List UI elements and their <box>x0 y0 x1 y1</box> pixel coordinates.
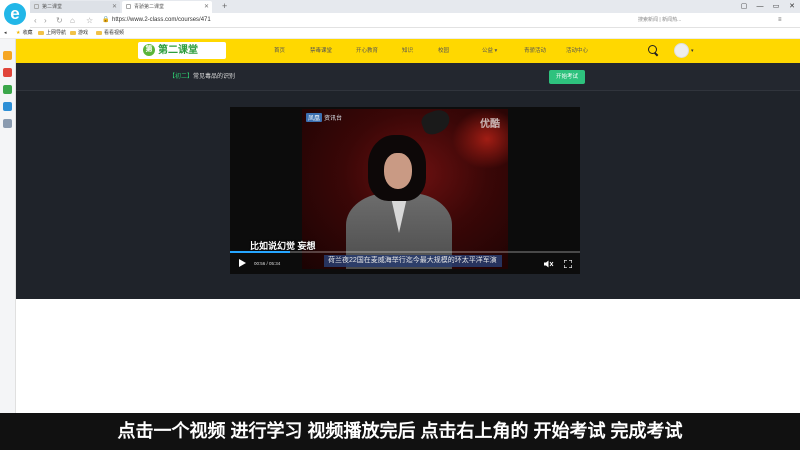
play-icon[interactable] <box>239 259 246 267</box>
site-logo-icon: 第 <box>143 44 155 56</box>
site-logo-text: 第二课堂 <box>158 45 198 56</box>
new-tab-button[interactable]: + <box>222 0 227 13</box>
tab-label: 第二课堂 <box>42 4 63 10</box>
duration: 05:34 <box>269 261 281 266</box>
bookmark-nav[interactable]: 上网导航 <box>38 28 66 39</box>
site-logo[interactable]: 第 第二课堂 <box>138 42 226 59</box>
nav-home[interactable]: 首页 <box>274 39 285 63</box>
bookmark-videos[interactable]: 看看视频 <box>96 28 124 39</box>
nav-youth-activity[interactable]: 青骄活动 <box>524 39 546 63</box>
url-field[interactable]: 🔒 https://www.2-class.com/courses/471 <box>102 15 622 26</box>
caption-bar: 点击一个视频 进行学习 视频播放完后 点击右上角的 开始考试 完成考试 <box>0 413 800 450</box>
player-controls: 00:56 / 05:34 <box>230 251 580 274</box>
url-text: https://www.2-class.com/courses/471 <box>112 17 211 23</box>
course-bar: 【初二】常见毒品的识别 开始考试 <box>16 63 800 91</box>
youku-watermark: 优酷 <box>480 119 500 130</box>
video-player[interactable]: 凤凰 资讯台 优酷 比如说幻觉 妄想 荷兰夜22国在麦威海举行迄今最大规模的环太平… <box>230 107 580 274</box>
browser-sidebar <box>0 39 16 413</box>
bookmark-games[interactable]: 游戏 <box>70 28 88 39</box>
address-bar: ‹ › ↻ ⌂ ☆ 🔒 https://www.2-class.com/cour… <box>30 13 800 28</box>
home-icon[interactable]: ⌂ <box>70 13 75 28</box>
screen: e 第二课堂 ✕ 青骄第二课堂 ✕ + ▢ — ▭ ✕ ‹ › ↻ ⌂ ☆ 🔒 … <box>0 0 800 450</box>
avatar[interactable] <box>674 43 689 58</box>
volume-icon[interactable] <box>544 260 554 268</box>
station-logo: 凤凰 资讯台 <box>306 113 342 122</box>
browser-tab-strip: 第二课堂 ✕ 青骄第二课堂 ✕ + ▢ — ▭ ✕ <box>30 0 800 13</box>
minimize-button[interactable]: — <box>752 0 768 13</box>
progress-fill <box>230 251 290 253</box>
folder-icon <box>96 30 102 35</box>
course-title: 【初二】常见毒品的识别 <box>169 63 235 91</box>
mail-side-icon[interactable] <box>3 102 12 111</box>
forward-icon[interactable]: › <box>44 13 47 28</box>
nav-education[interactable]: 开心教育 <box>356 39 378 63</box>
tab-label: 青骄第二课堂 <box>134 4 165 10</box>
start-exam-button[interactable]: 开始考试 <box>549 70 585 84</box>
back-icon[interactable]: ‹ <box>34 13 37 28</box>
restore-button[interactable]: ▢ <box>736 0 752 13</box>
app-side-icon[interactable] <box>3 85 12 94</box>
tab-close-icon[interactable]: ✕ <box>112 1 117 13</box>
nav-knowledge[interactable]: 知识 <box>402 39 413 63</box>
search-suggestion[interactable]: 搜索新闻 | 新闻热... <box>638 13 681 28</box>
nav-charity[interactable]: 公益 ▾ <box>482 39 497 63</box>
fullscreen-icon[interactable] <box>564 260 572 268</box>
bookmarks-bar: ◂ ★ 收藏 上网导航 游戏 看看视频 <box>0 28 800 39</box>
weibo-side-icon[interactable] <box>3 68 12 77</box>
time-display: 00:56 / 05:34 <box>254 261 281 266</box>
search-icon[interactable] <box>648 45 657 54</box>
background-hand-graphic <box>419 109 453 138</box>
close-button[interactable]: ✕ <box>784 0 800 13</box>
course-grade: 【初二】 <box>169 74 194 80</box>
bookmark-arrow-icon[interactable]: ◂ <box>4 28 7 39</box>
progress-bar[interactable] <box>230 251 580 253</box>
browser-logo-area: e <box>0 0 30 28</box>
video-frame: 凤凰 资讯台 优酷 <box>302 109 508 269</box>
nav-activity-center[interactable]: 活动中心 <box>566 39 588 63</box>
tab-close-icon[interactable]: ✕ <box>204 1 209 13</box>
browser-logo-icon[interactable]: e <box>4 3 26 25</box>
star-icon[interactable]: ☆ <box>86 13 93 28</box>
chevron-down-icon[interactable]: ▾ <box>691 39 694 63</box>
lock-icon: 🔒 <box>102 17 110 23</box>
site-header: 第 第二课堂 首页 禁毒课堂 开心教育 知识 校园 公益 ▾ 青骄活动 活动中心… <box>16 39 800 63</box>
nav-campus[interactable]: 校园 <box>438 39 449 63</box>
web-page: 第 第二课堂 首页 禁毒课堂 开心教育 知识 校园 公益 ▾ 青骄活动 活动中心… <box>16 39 800 413</box>
browser-tab[interactable]: 第二课堂 ✕ <box>30 1 120 13</box>
favorites-side-icon[interactable] <box>3 51 12 60</box>
caption-text: 点击一个视频 进行学习 视频播放完后 点击右上角的 开始考试 完成考试 <box>117 421 683 441</box>
maximize-button[interactable]: ▭ <box>768 0 784 13</box>
star-icon: ★ <box>16 30 21 36</box>
video-area: 凤凰 资讯台 优酷 比如说幻觉 妄想 荷兰夜22国在麦威海举行迄今最大规模的环太平… <box>16 91 800 299</box>
page-icon <box>34 4 39 10</box>
nav-drug-class[interactable]: 禁毒课堂 <box>310 39 332 63</box>
current-time: 00:56 <box>254 261 266 266</box>
presenter-face <box>384 153 412 189</box>
course-name: 常见毒品的识别 <box>193 74 236 80</box>
bookmark-favorites[interactable]: ★ 收藏 <box>16 28 33 39</box>
page-icon <box>126 4 131 10</box>
folder-icon <box>38 30 44 35</box>
menu-icon[interactable]: ≡ <box>778 13 782 28</box>
reload-icon[interactable]: ↻ <box>56 13 63 28</box>
folder-icon <box>70 30 76 35</box>
window-controls: ▢ — ▭ ✕ <box>736 0 800 13</box>
browser-tab-active[interactable]: 青骄第二课堂 ✕ <box>122 1 212 13</box>
tools-side-icon[interactable] <box>3 119 12 128</box>
